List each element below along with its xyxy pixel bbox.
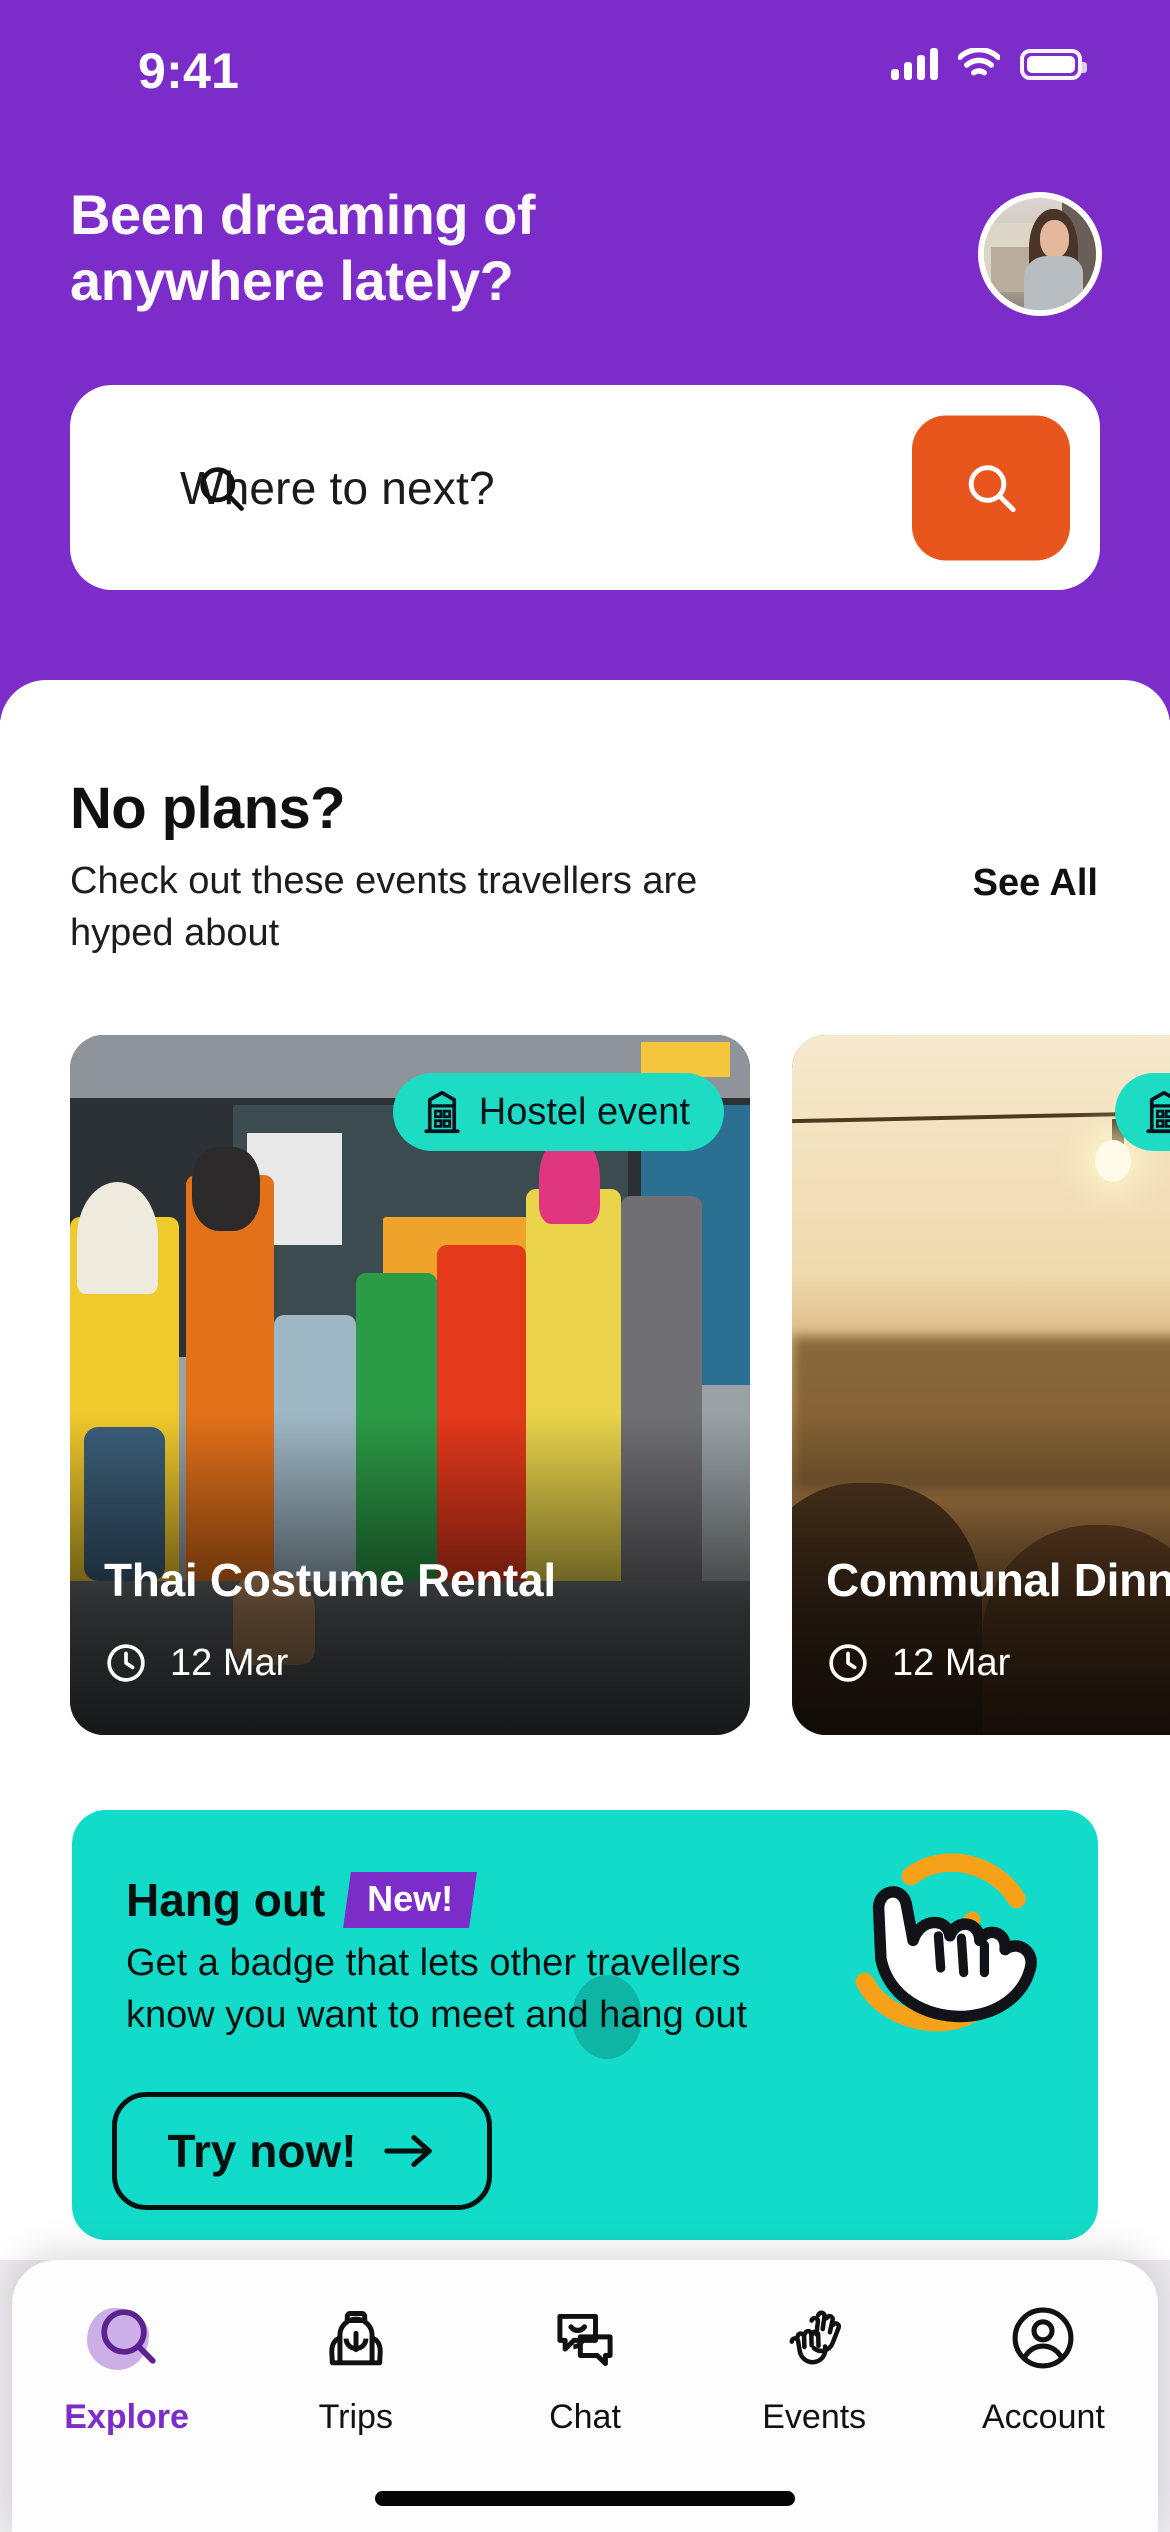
event-type-badge: Hostel event <box>392 1073 724 1151</box>
nav-icon-wrap <box>997 2296 1089 2380</box>
nav-label-explore: Explore <box>64 2398 189 2436</box>
events-section-header: No plans? Check out these events travell… <box>70 775 1100 959</box>
event-card-title: Communal Dinner <box>826 1554 1170 1606</box>
hang-out-promo-card[interactable]: Hang out New! Get a badge that lets othe… <box>72 1810 1098 2240</box>
nav-icon-wrap <box>310 2296 402 2380</box>
greeting-line-1: Been dreaming of <box>70 183 535 246</box>
event-card-date-label: 12 Mar <box>892 1641 1011 1684</box>
event-card[interactable]: Hostel event Communal Dinner 12 Mar <box>792 1035 1170 1735</box>
search-icon <box>200 466 244 511</box>
nav-item-explore[interactable]: Explore <box>12 2296 241 2437</box>
search-submit-button[interactable] <box>912 415 1070 560</box>
event-card[interactable]: Hostel event Thai Costume Rental 12 Mar <box>70 1035 750 1735</box>
event-card-date: 12 Mar <box>104 1641 288 1685</box>
purple-header: 9:41 Been dreaming of anywhere lately? W… <box>0 0 1170 720</box>
see-all-link[interactable]: See All <box>973 862 1098 905</box>
nav-item-trips[interactable]: Trips <box>241 2296 470 2437</box>
nav-label-chat: Chat <box>549 2398 621 2436</box>
avatar[interactable] <box>978 192 1102 316</box>
nav-label-trips: Trips <box>318 2398 393 2436</box>
status-time: 9:41 <box>138 43 240 99</box>
bottom-navigation: Explore Trips Chat Events Account <box>12 2260 1158 2532</box>
signal-bars-icon <box>891 48 938 80</box>
status-bar: 9:41 <box>0 0 1170 135</box>
try-now-button[interactable]: Try now! <box>112 2092 492 2210</box>
events-carousel[interactable]: Hostel event Thai Costume Rental 12 Mar <box>70 1035 1170 1735</box>
clock-icon <box>829 1644 867 1682</box>
event-card-title: Thai Costume Rental <box>104 1554 556 1606</box>
waving-hands-icon <box>789 2310 842 2365</box>
battery-icon <box>1020 48 1087 80</box>
nav-item-chat[interactable]: Chat <box>470 2296 699 2437</box>
search-bar[interactable]: Where to next? <box>70 385 1100 590</box>
backpack-icon <box>329 2311 383 2366</box>
page-title: Been dreaming of anywhere lately? <box>70 182 770 314</box>
event-card-date: 12 Mar <box>826 1641 1010 1685</box>
clock-icon <box>107 1644 145 1682</box>
hostel-building-icon <box>1146 1090 1170 1134</box>
home-indicator[interactable] <box>375 2491 795 2506</box>
wifi-icon <box>958 48 1000 76</box>
event-card-date-label: 12 Mar <box>170 1641 289 1684</box>
promo-title-row: Hang out New! <box>126 1872 478 1928</box>
status-icons <box>891 48 1087 80</box>
try-now-label: Try now! <box>167 2125 357 2177</box>
search-icon <box>100 2309 156 2364</box>
promo-description: Get a badge that lets other travellers k… <box>126 1942 748 2036</box>
nav-icon-wrap <box>81 2296 173 2380</box>
section-title: No plans? <box>70 776 346 841</box>
nav-icon-wrap <box>539 2296 631 2380</box>
shaka-hand-icon <box>855 1853 1037 2032</box>
nav-item-events[interactable]: Events <box>700 2296 929 2437</box>
event-type-badge-label: Hostel event <box>478 1090 690 1133</box>
content-sheet: No plans? Check out these events travell… <box>0 680 1170 2260</box>
promo-title: Hang out <box>126 1874 326 1926</box>
nav-item-account[interactable]: Account <box>929 2296 1158 2437</box>
nav-label-account: Account <box>981 2398 1105 2436</box>
section-subtitle: Check out these events travellers are hy… <box>70 860 698 954</box>
hostel-building-icon <box>424 1090 460 1134</box>
search-icon <box>968 465 1016 513</box>
greeting-line-2: anywhere lately? <box>70 249 514 313</box>
nav-label-events: Events <box>762 2398 867 2436</box>
new-badge-label: New! <box>367 1878 454 1919</box>
arrow-right-icon <box>383 2134 432 2168</box>
user-circle-icon <box>1012 2307 1074 2369</box>
nav-icon-wrap <box>768 2296 860 2380</box>
chat-bubbles-icon <box>557 2313 613 2367</box>
app-screen: 9:41 Been dreaming of anywhere lately? W… <box>0 0 1170 2532</box>
new-badge: New! <box>343 1872 478 1928</box>
